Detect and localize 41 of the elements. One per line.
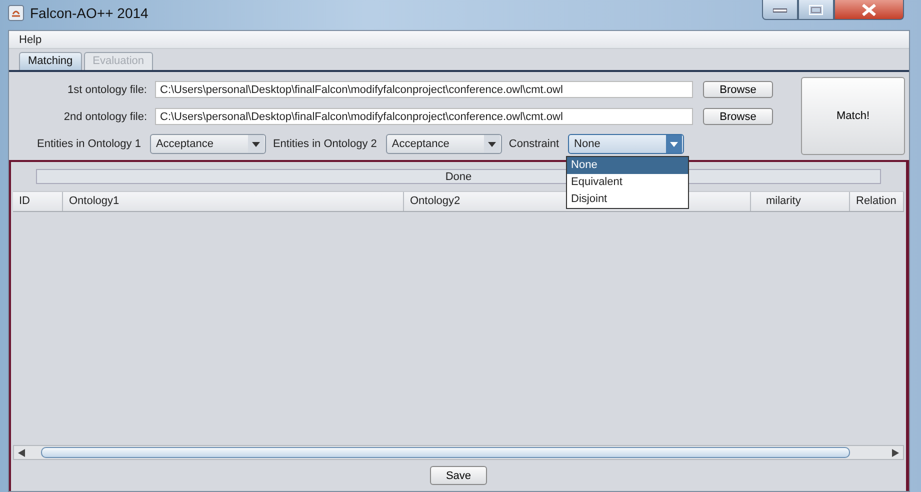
- maximize-button[interactable]: [798, 0, 834, 20]
- caret-icon: [248, 135, 264, 153]
- field-label: 2nd ontology file:: [62, 110, 148, 122]
- field-label: 1st ontology file:: [66, 84, 148, 96]
- minimize-icon: [773, 6, 787, 12]
- browse-button[interactable]: Browse: [703, 108, 773, 125]
- scroll-thumb[interactable]: [41, 447, 850, 458]
- dropdown-option[interactable]: None: [567, 157, 688, 174]
- window-title: Falcon-AO++ 2014: [30, 5, 148, 21]
- caret-icon: [484, 135, 500, 153]
- caret-icon: [666, 135, 682, 153]
- option-label: Entities in Ontology 2: [272, 138, 377, 150]
- app-icon: [8, 5, 24, 21]
- match-button[interactable]: Match!: [801, 77, 905, 155]
- maximize-icon: [809, 4, 823, 14]
- dropdown-value: Acceptance: [154, 138, 214, 150]
- file-path-field[interactable]: C:\Users\personal\Desktop\finalFalcon\modifyfalconproject\conference.owl\cmt.owl: [155, 81, 693, 98]
- column-header[interactable]: milarity: [751, 192, 850, 211]
- horizontal-scrollbar[interactable]: [13, 445, 904, 460]
- dropdown-option[interactable]: Disjoint: [567, 191, 688, 208]
- option-label: Entities in Ontology 1: [37, 138, 141, 150]
- dropdown[interactable]: Acceptance: [150, 134, 266, 154]
- minimize-button[interactable]: [762, 0, 798, 20]
- file-path-field[interactable]: C:\Users\personal\Desktop\finalFalcon\modifyfalconproject\conference.owl\cmt.owl: [155, 108, 693, 125]
- column-header[interactable]: ID: [13, 192, 63, 211]
- option-label: Constraint: [508, 138, 560, 150]
- scroll-right-icon: [890, 448, 900, 456]
- progress-text: Done: [445, 170, 472, 182]
- dropdown-option[interactable]: Equivalent: [567, 174, 688, 191]
- dropdown-value: Acceptance: [390, 138, 450, 150]
- close-icon: [861, 4, 877, 16]
- save-button[interactable]: Save: [430, 466, 487, 485]
- tab[interactable]: Matching: [19, 52, 82, 70]
- close-button[interactable]: [834, 0, 904, 20]
- column-header[interactable]: Ontology1: [63, 192, 404, 211]
- menu-item[interactable]: Help: [19, 34, 42, 46]
- dropdown[interactable]: Acceptance: [386, 134, 502, 154]
- scroll-left-icon: [17, 448, 27, 456]
- dropdown-value: None: [573, 138, 602, 150]
- browse-button[interactable]: Browse: [703, 81, 773, 98]
- column-header[interactable]: Relation: [850, 192, 904, 211]
